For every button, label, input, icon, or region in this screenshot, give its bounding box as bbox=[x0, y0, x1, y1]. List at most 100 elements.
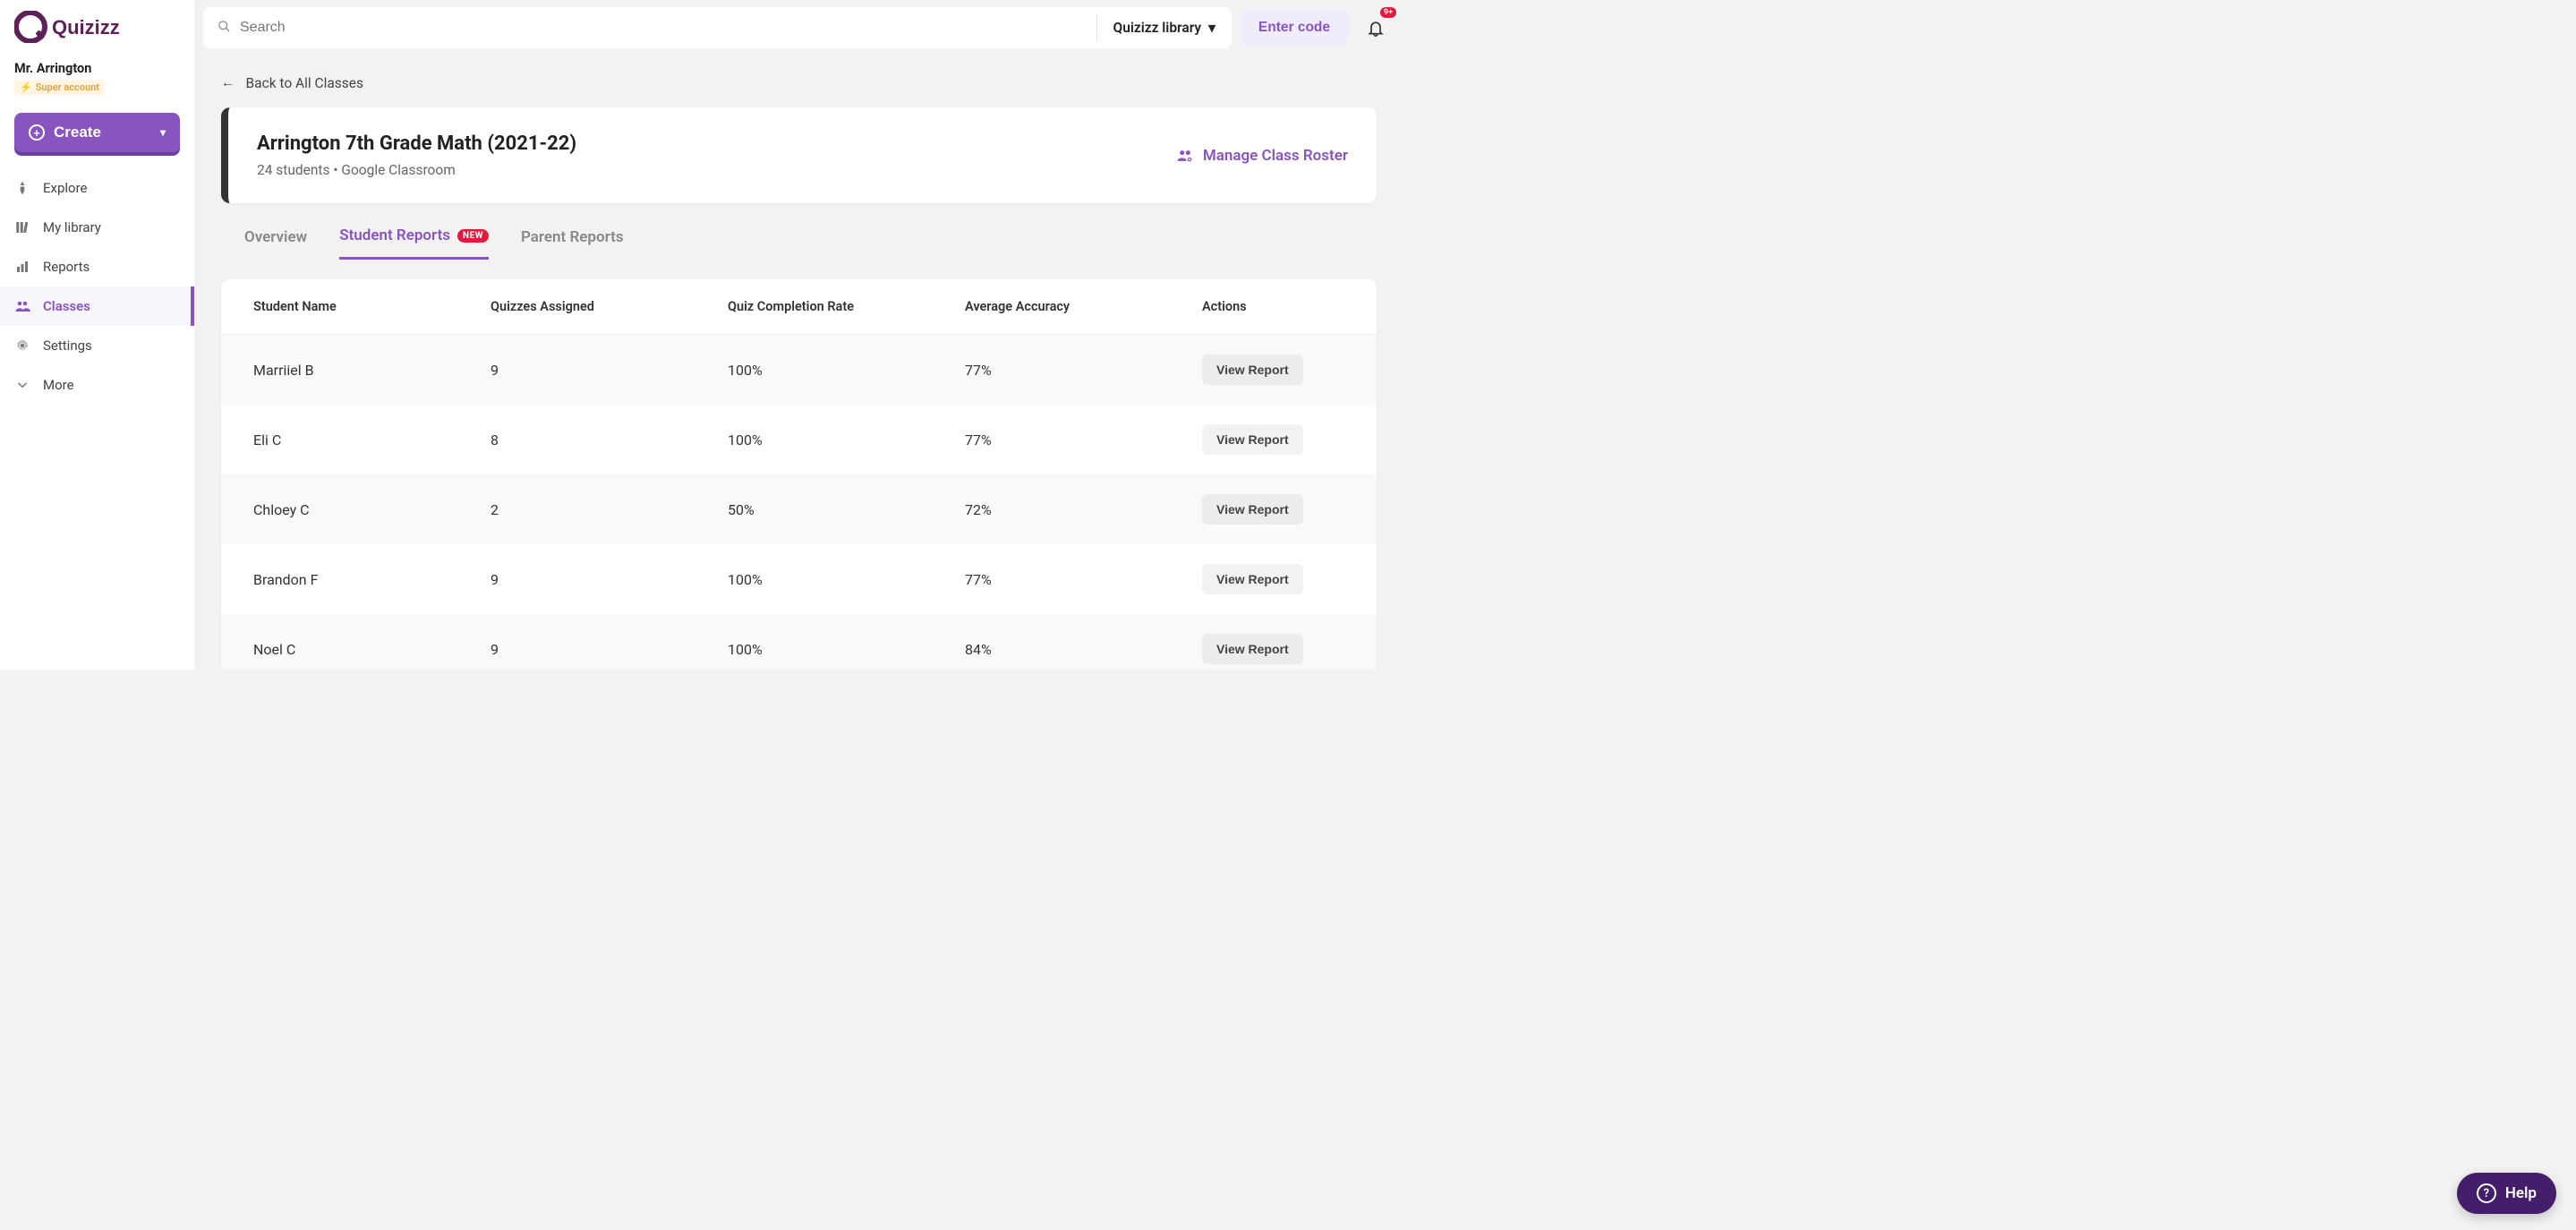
tab-label: Student Reports bbox=[339, 226, 450, 244]
create-button[interactable]: + Create ▾ bbox=[14, 113, 180, 152]
sidebar-item-label: Classes bbox=[43, 298, 90, 314]
cell-accuracy: 77% bbox=[965, 431, 1202, 448]
help-button[interactable]: ? Help bbox=[2457, 1173, 2556, 1214]
view-report-button[interactable]: View Report bbox=[1202, 494, 1303, 525]
svg-text:Quizizz: Quizizz bbox=[52, 16, 120, 38]
content: ← Back to All Classes Arrington 7th Grad… bbox=[194, 56, 1403, 670]
view-report-button[interactable]: View Report bbox=[1202, 424, 1303, 455]
table-header: Student Name Quizzes Assigned Quiz Compl… bbox=[221, 279, 1377, 335]
cell-assigned: 2 bbox=[490, 501, 728, 518]
topbar: Quizizz library ▾ Enter code 9+ bbox=[194, 0, 1403, 56]
tab-student-reports[interactable]: Student Reports NEW bbox=[339, 219, 489, 260]
notifications-button[interactable]: 9+ bbox=[1357, 9, 1395, 47]
cell-accuracy: 72% bbox=[965, 501, 1202, 518]
back-to-classes-link[interactable]: ← Back to All Classes bbox=[221, 74, 363, 91]
library-dropdown-label: Quizizz library bbox=[1113, 20, 1202, 36]
sidebar-item-classes[interactable]: Classes bbox=[0, 286, 194, 326]
notification-badge: 9+ bbox=[1380, 7, 1396, 18]
gear-icon bbox=[14, 337, 30, 354]
cell-completion: 100% bbox=[728, 431, 965, 448]
main: Quizizz library ▾ Enter code 9+ ← Back t… bbox=[194, 0, 1403, 670]
search-input[interactable] bbox=[240, 20, 1096, 36]
manage-roster-button[interactable]: Manage Class Roster bbox=[1176, 147, 1348, 165]
cell-actions: View Report bbox=[1202, 494, 1344, 525]
search-icon bbox=[218, 20, 231, 37]
view-report-button[interactable]: View Report bbox=[1202, 354, 1303, 385]
cell-student-name: Brandon F bbox=[253, 571, 490, 588]
account-badge-label: Super account bbox=[36, 81, 99, 93]
cell-student-name: Noel C bbox=[253, 641, 490, 658]
chevron-down-icon: ▾ bbox=[160, 126, 166, 139]
quizizz-logo-icon: Quizizz bbox=[14, 11, 131, 43]
view-report-button[interactable]: View Report bbox=[1202, 634, 1303, 664]
help-label: Help bbox=[2505, 1184, 2537, 1202]
cell-completion: 100% bbox=[728, 641, 965, 658]
class-header-card: Arrington 7th Grade Math (2021-22) 24 st… bbox=[221, 107, 1377, 203]
sidebar-item-label: Explore bbox=[43, 180, 88, 196]
cell-student-name: Chloey C bbox=[253, 501, 490, 518]
table-row: Noel C9100%84%View Report bbox=[221, 614, 1377, 670]
class-title: Arrington 7th Grade Math (2021-22) bbox=[257, 132, 576, 155]
sidebar-item-settings[interactable]: Settings bbox=[0, 326, 194, 365]
bell-icon bbox=[1367, 19, 1385, 37]
cell-actions: View Report bbox=[1202, 634, 1344, 664]
sidebar-item-my-library[interactable]: My library bbox=[0, 208, 194, 247]
cell-accuracy: 77% bbox=[965, 571, 1202, 588]
users-cog-icon bbox=[1176, 147, 1194, 165]
cell-completion: 50% bbox=[728, 501, 965, 518]
cell-actions: View Report bbox=[1202, 564, 1344, 594]
table-row: Brandon F9100%77%View Report bbox=[221, 544, 1377, 614]
col-actions: Actions bbox=[1202, 299, 1344, 314]
col-accuracy: Average Accuracy bbox=[965, 299, 1202, 314]
cell-assigned: 9 bbox=[490, 641, 728, 658]
search-bar: Quizizz library ▾ bbox=[203, 7, 1232, 48]
user-block: Mr. Arrington ⚡ Super account bbox=[0, 57, 194, 109]
sidebar-item-label: My library bbox=[43, 219, 101, 235]
back-link-label: Back to All Classes bbox=[246, 75, 364, 91]
new-badge: NEW bbox=[457, 229, 489, 243]
tab-overview[interactable]: Overview bbox=[244, 219, 307, 260]
table-row: Eli C8100%77%View Report bbox=[221, 405, 1377, 474]
chevron-down-icon bbox=[14, 377, 30, 393]
people-icon bbox=[14, 298, 30, 314]
cell-completion: 100% bbox=[728, 362, 965, 379]
cell-student-name: Marriiel B bbox=[253, 362, 490, 379]
library-dropdown[interactable]: Quizizz library ▾ bbox=[1096, 14, 1232, 41]
student-reports-table: Student Name Quizzes Assigned Quiz Compl… bbox=[221, 279, 1377, 670]
plus-circle-icon: + bbox=[29, 124, 45, 141]
chart-icon bbox=[14, 259, 30, 275]
enter-code-button[interactable]: Enter code bbox=[1241, 9, 1348, 47]
arrow-left-icon: ← bbox=[221, 74, 235, 91]
bolt-icon: ⚡ bbox=[20, 81, 32, 93]
cell-actions: View Report bbox=[1202, 354, 1344, 385]
cell-assigned: 9 bbox=[490, 362, 728, 379]
create-button-label: Create bbox=[54, 124, 101, 141]
sidebar-item-explore[interactable]: Explore bbox=[0, 168, 194, 208]
cell-completion: 100% bbox=[728, 571, 965, 588]
user-name: Mr. Arrington bbox=[14, 61, 180, 76]
sidebar-item-label: Settings bbox=[43, 337, 92, 354]
cell-assigned: 8 bbox=[490, 431, 728, 448]
class-subtitle: 24 students • Google Classroom bbox=[257, 162, 576, 178]
rocket-icon bbox=[14, 180, 30, 196]
account-badge: ⚡ Super account bbox=[14, 80, 105, 95]
caret-down-icon: ▾ bbox=[1208, 20, 1215, 36]
cell-assigned: 9 bbox=[490, 571, 728, 588]
sidebar: Quizizz Mr. Arrington ⚡ Super account + … bbox=[0, 0, 194, 670]
library-icon bbox=[14, 219, 30, 235]
tab-parent-reports[interactable]: Parent Reports bbox=[521, 219, 624, 260]
sidebar-item-more[interactable]: More bbox=[0, 365, 194, 405]
cell-accuracy: 77% bbox=[965, 362, 1202, 379]
col-student-name: Student Name bbox=[253, 299, 490, 314]
brand-logo[interactable]: Quizizz bbox=[0, 11, 194, 57]
cell-actions: View Report bbox=[1202, 424, 1344, 455]
tabs: Overview Student Reports NEW Parent Repo… bbox=[221, 219, 1377, 260]
sidebar-item-label: More bbox=[43, 377, 74, 393]
manage-roster-label: Manage Class Roster bbox=[1203, 147, 1348, 165]
question-circle-icon: ? bbox=[2477, 1183, 2496, 1203]
view-report-button[interactable]: View Report bbox=[1202, 564, 1303, 594]
sidebar-item-reports[interactable]: Reports bbox=[0, 247, 194, 286]
cell-student-name: Eli C bbox=[253, 431, 490, 448]
cell-accuracy: 84% bbox=[965, 641, 1202, 658]
table-row: Chloey C250%72%View Report bbox=[221, 474, 1377, 544]
